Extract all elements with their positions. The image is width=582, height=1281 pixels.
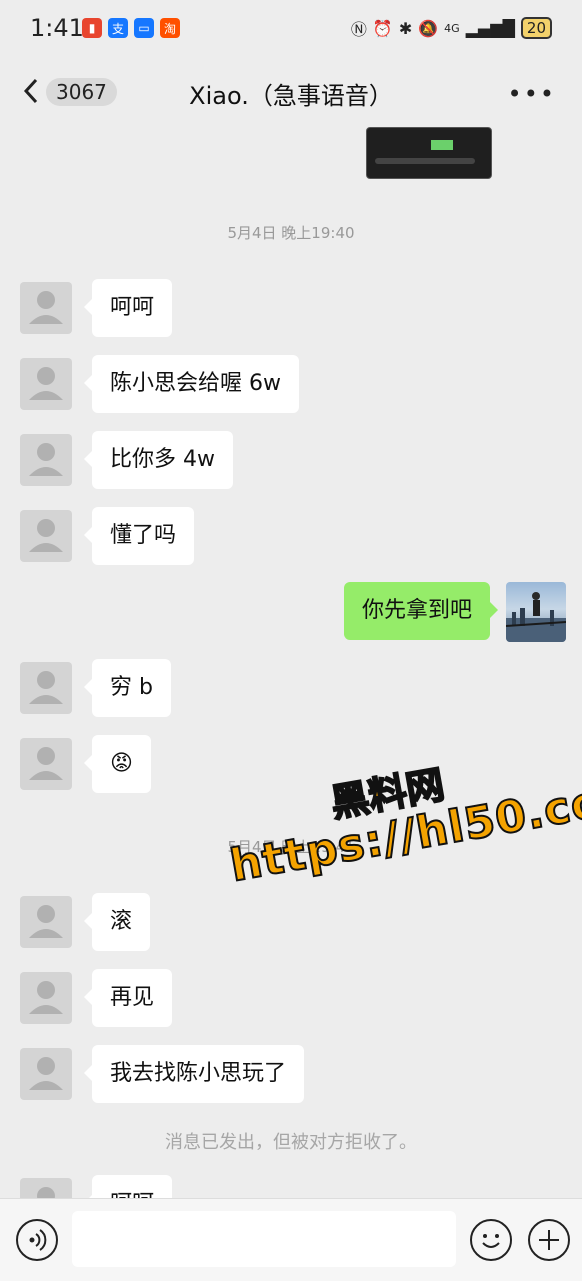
status-app-icons: ▮ 支 ▭ 淘 (82, 18, 180, 38)
notification-app-icon: ▮ (82, 18, 102, 38)
battery-icon: 20 (520, 17, 552, 39)
message-timestamp: 5月4日 晚上19:40 (227, 224, 355, 242)
message-bubble-outgoing[interactable]: 你先拿到吧 (343, 582, 499, 640)
contact-avatar[interactable] (20, 282, 72, 334)
default-avatar-icon (29, 981, 63, 1014)
message-bubble[interactable]: 比你多 4w (84, 431, 233, 489)
thumbnail-detail (375, 158, 475, 164)
status-time: 1:41 (30, 14, 84, 42)
input-bar (0, 1198, 582, 1281)
contact-avatar[interactable] (20, 972, 72, 1024)
default-avatar-icon (29, 291, 63, 324)
message-row-outgoing: 你先拿到吧 (0, 582, 582, 642)
message-bubble[interactable]: 再见 (83, 969, 173, 1027)
contact-avatar[interactable] (20, 358, 72, 410)
message-row: 懂了吗 (0, 507, 582, 567)
default-avatar-icon (29, 1057, 63, 1090)
thumbnail-detail (431, 140, 453, 150)
network-type: 4G (444, 21, 460, 35)
status-bar: 1:41 ▮ 支 ▭ 淘 Ⓝ ⏰ ✱ 🔕 4G ▂▄▆█ 20 (0, 0, 582, 58)
chat-title: Xiao.（急事语音） (189, 82, 393, 110)
image-message-thumbnail[interactable] (366, 127, 492, 179)
message-row: 再见 (0, 969, 582, 1029)
message-row: 呵呵 (0, 279, 582, 339)
rejected-notice: 消息已发出，但被对方拒收了。 (165, 1132, 417, 1153)
status-indicators: Ⓝ ⏰ ✱ 🔕 4G ▂▄▆█ 20 (351, 16, 552, 40)
message-bubble[interactable]: 我去找陈小思玩了 (83, 1045, 305, 1103)
voice-input-button[interactable] (16, 1219, 58, 1261)
voice-icon (29, 1229, 47, 1251)
message-row: 比你多 4w (0, 431, 582, 491)
message-row: 我去找陈小思玩了 (0, 1045, 582, 1105)
nfc-icon: Ⓝ (350, 20, 367, 39)
alarm-icon: ⏰ (372, 18, 393, 38)
plus-icon (539, 1230, 559, 1250)
message-bubble[interactable]: 懂了吗 (83, 507, 195, 565)
message-bubble[interactable]: 滚 (83, 893, 151, 951)
default-avatar-icon (29, 443, 63, 476)
default-avatar-icon (29, 905, 63, 938)
message-row: 陈小思会给喔 6w (0, 355, 582, 415)
taobao-icon: 淘 (160, 18, 180, 38)
default-avatar-icon (29, 367, 63, 400)
contact-avatar[interactable] (20, 896, 72, 948)
avatar-photo (506, 592, 566, 642)
signal-icon: ▂▄▆█ (465, 18, 515, 38)
chat-header: 3067 Xiao.（急事语音） ••• (0, 58, 582, 126)
angry-emoji-message[interactable]: 😡 (84, 735, 151, 793)
default-avatar-icon (29, 671, 63, 704)
message-bubble[interactable]: 穷 b (84, 659, 171, 717)
contact-avatar[interactable] (20, 510, 72, 562)
more-functions-button[interactable] (528, 1219, 570, 1261)
my-avatar[interactable] (506, 582, 566, 642)
alipay-icon: 支 (108, 18, 128, 38)
message-row: 穷 b (0, 659, 582, 719)
notification-app-icon: ▭ (134, 18, 154, 38)
default-avatar-icon (29, 519, 63, 552)
emoji-icon (482, 1234, 500, 1248)
bluetooth-icon: ✱ (398, 18, 413, 38)
contact-avatar[interactable] (20, 434, 72, 486)
default-avatar-icon (29, 747, 63, 780)
more-options-button[interactable]: ••• (508, 80, 556, 108)
contact-avatar[interactable] (20, 662, 72, 714)
message-bubble[interactable]: 呵呵 (83, 279, 173, 337)
mute-icon: 🔕 (418, 18, 439, 38)
message-text-input[interactable] (72, 1211, 456, 1267)
contact-avatar[interactable] (20, 738, 72, 790)
contact-avatar[interactable] (20, 1048, 72, 1100)
emoji-button[interactable] (470, 1219, 512, 1261)
message-bubble[interactable]: 陈小思会给喔 6w (84, 355, 299, 413)
